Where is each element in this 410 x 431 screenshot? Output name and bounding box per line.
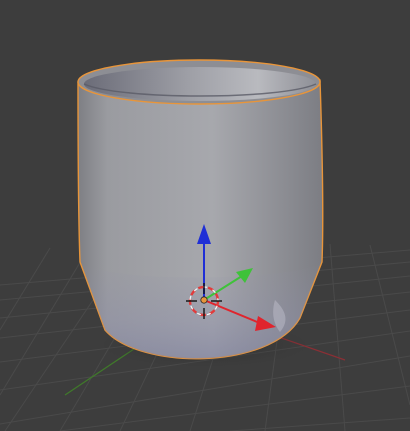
3d-viewport[interactable] (0, 0, 410, 431)
object-origin (200, 296, 208, 304)
viewport-canvas[interactable] (0, 0, 410, 431)
